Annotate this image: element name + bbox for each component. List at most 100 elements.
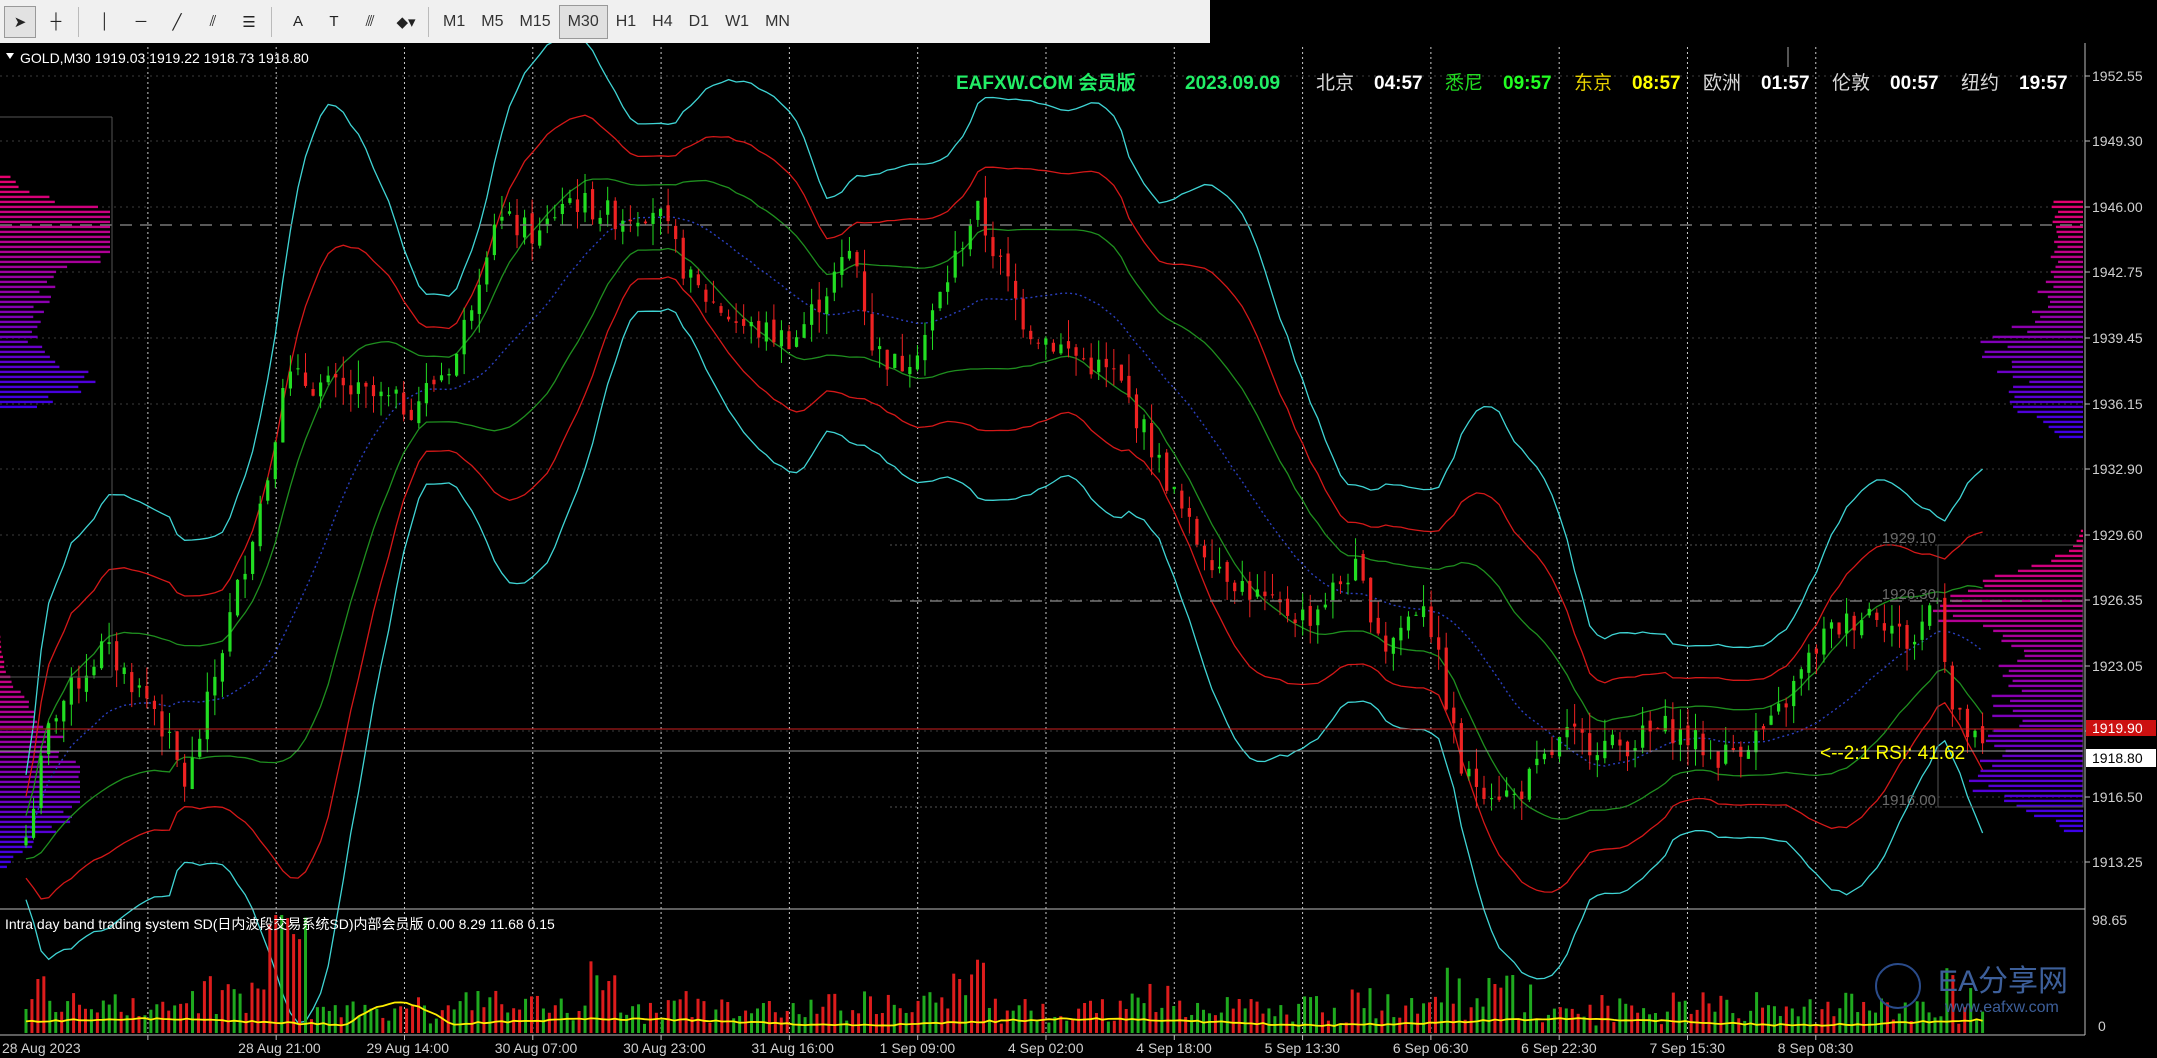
parallel-lines-icon[interactable]: ⫻ (354, 6, 386, 38)
indicator-bar (1380, 1010, 1384, 1033)
indicator-bar (1279, 1005, 1283, 1033)
indicator-bar (767, 1001, 771, 1033)
candle-body (183, 762, 187, 787)
indicator-bar (863, 991, 867, 1033)
profile-bar (2050, 255, 2083, 259)
candle-body (1467, 768, 1471, 777)
profile-bar (0, 845, 33, 849)
profile-bar (0, 335, 38, 339)
candle-body (1082, 358, 1086, 360)
crosshair-icon[interactable]: ┼ (40, 6, 72, 38)
indicator-bar (119, 1011, 123, 1033)
indicator-bar (874, 1014, 878, 1033)
candle-body (130, 672, 134, 693)
text-icon[interactable]: A (282, 6, 314, 38)
candle-body (1777, 703, 1781, 712)
candle-body (847, 250, 852, 259)
indicator-bar (1196, 1002, 1200, 1033)
fibonacci-icon[interactable]: ☰ (233, 6, 265, 38)
vertical-line-icon[interactable]: │ (89, 6, 121, 38)
indicator-bar (125, 1015, 129, 1033)
candle-body (205, 691, 209, 740)
timeframe-m15-button[interactable]: M15 (511, 13, 558, 31)
indicator-bar (238, 993, 242, 1033)
candle-body (840, 257, 844, 275)
candle-body (1807, 652, 1811, 673)
candle-body (1557, 737, 1562, 757)
profile-bar (0, 315, 34, 319)
profile-bar (0, 710, 35, 714)
candle-body (447, 373, 451, 376)
indicator-bar (1624, 1003, 1628, 1033)
text-label-icon[interactable]: T (318, 6, 350, 38)
candle-body (832, 271, 836, 293)
profile-bar (2051, 559, 2083, 563)
timeframe-m1-button[interactable]: M1 (435, 13, 473, 31)
profile-bar (0, 640, 1, 644)
indicator-bar (1546, 1014, 1550, 1033)
candle-body (606, 200, 610, 215)
profile-bar (2056, 230, 2083, 234)
indicator-bar (660, 1019, 664, 1033)
indicator-bar (1184, 1017, 1188, 1033)
profile-bar (2004, 799, 2083, 803)
indicator-bar (720, 999, 724, 1033)
candle-body (908, 366, 912, 375)
profile-bar (2036, 415, 2083, 419)
level-label: 1926.30 (1882, 586, 1936, 603)
candle-body (1693, 730, 1698, 750)
indicator-bar (1529, 984, 1533, 1033)
candle-body (1285, 598, 1290, 616)
trendline-icon[interactable]: ╱ (161, 6, 193, 38)
indicator-bar (916, 1000, 920, 1033)
candle-body (674, 225, 678, 240)
candle-body (1754, 730, 1758, 753)
profile-bar (2031, 310, 2083, 314)
profile-bar (1985, 739, 2083, 743)
timeframe-h1-button[interactable]: H1 (608, 13, 644, 31)
timeframe-h4-button[interactable]: H4 (644, 13, 680, 31)
horizontal-line-icon[interactable]: ─ (125, 6, 157, 38)
profile-bar (2008, 684, 2083, 688)
equidistant-channel-icon[interactable]: ⫽ (197, 6, 229, 38)
indicator-bar (1838, 1008, 1842, 1033)
timeframe-mn-button[interactable]: MN (757, 13, 798, 31)
cursor-arrow-icon[interactable]: ➤ (4, 5, 36, 38)
timeframe-d1-button[interactable]: D1 (681, 13, 717, 31)
candle-body (1369, 577, 1373, 623)
profile-bar (1984, 584, 2083, 588)
indicator-bar (304, 917, 308, 1033)
indicator-bar (417, 997, 421, 1033)
candle-body (749, 322, 753, 327)
profile-bar (2037, 290, 2083, 294)
candle-body (923, 334, 927, 361)
candle-body (1701, 733, 1705, 756)
candle-body (553, 217, 557, 219)
profile-bar (2021, 689, 2083, 693)
profile-bar (1992, 335, 2083, 339)
timeframe-w1-button[interactable]: W1 (717, 13, 757, 31)
indicator-bar (1576, 1013, 1580, 1033)
candle-body (1588, 733, 1592, 756)
candle-body (1928, 605, 1932, 626)
price-chart[interactable]: 1952.55 1949.30 1946.00 1942.75 1939.45 1936.… (0, 43, 2157, 1058)
profile-bar (0, 245, 110, 249)
profile-bar (2014, 395, 2083, 399)
indicator-bar (1808, 999, 1812, 1033)
timeframe-m30-button[interactable]: M30 (558, 4, 608, 39)
indicator-bar (309, 1019, 313, 1033)
candle-body (198, 738, 202, 757)
indicator-bar (1445, 967, 1449, 1033)
profile-bar (0, 285, 56, 289)
indicator-bar (946, 1008, 950, 1033)
x-tick-label: 28 Aug 2023 (2, 1040, 81, 1056)
indicator-bar (785, 1010, 789, 1033)
timeframe-m5-button[interactable]: M5 (473, 13, 511, 31)
shapes-menu-icon[interactable]: ◆▾ (390, 6, 422, 38)
candle-body (1618, 739, 1622, 746)
clock-city: 伦敦 (1832, 72, 1870, 94)
candle-body (1248, 580, 1252, 600)
indicator-bar (642, 1023, 646, 1033)
profile-bar (1938, 619, 2083, 623)
candle-body (560, 203, 564, 215)
